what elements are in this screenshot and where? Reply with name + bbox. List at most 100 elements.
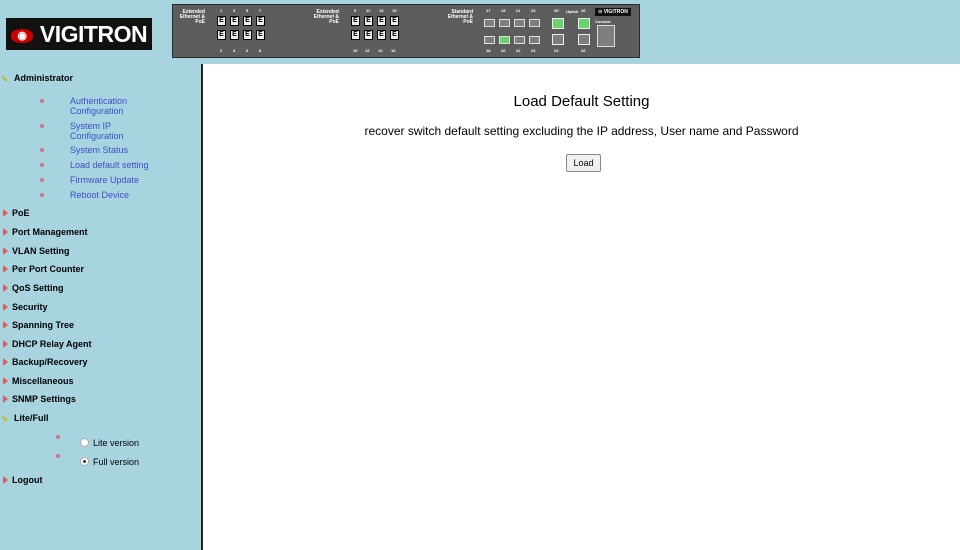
menu-snmp-settings[interactable]: SNMP Settings (0, 394, 76, 404)
menu-per-port-counter[interactable]: Per Port Counter (0, 264, 84, 274)
arrow-right-icon (3, 395, 8, 403)
port-number: 18 (486, 48, 491, 53)
ethernet-port[interactable]: E (256, 16, 265, 26)
panel-logo: ⊙ VIGITRON (595, 8, 631, 16)
vigitron-logo: ◉ VIGITRON (6, 18, 152, 50)
menu-miscellaneous[interactable]: Miscellaneous (0, 376, 74, 386)
console-port[interactable] (597, 25, 615, 47)
menu-logout[interactable]: Logout (0, 475, 43, 485)
uplink-number: 25 (554, 8, 559, 13)
ethernet-port[interactable]: E (364, 16, 373, 26)
port-number: 9 (354, 8, 357, 13)
port-number: 23 (531, 8, 536, 13)
ethernet-port-active[interactable] (499, 36, 510, 44)
open-arrow-icon: ⇘ (1, 414, 8, 423)
port-number: 22 (516, 48, 521, 53)
ethernet-port[interactable]: E (390, 30, 399, 40)
arrow-right-icon (3, 340, 8, 348)
ethernet-port[interactable]: E (243, 30, 252, 40)
brand-name: VIGITRON (39, 21, 148, 47)
arrow-right-icon (3, 358, 8, 366)
port-number: 2 (220, 48, 223, 53)
menu-port-management[interactable]: Port Management (0, 227, 88, 237)
eye-logo-icon: ◉ (10, 29, 33, 43)
port-number: 3 (233, 8, 236, 13)
port-number: 24 (531, 48, 536, 53)
group2-label: Extended Ethernet & PoE (313, 9, 339, 25)
ethernet-port[interactable]: E (351, 30, 360, 40)
arrow-right-icon (3, 303, 8, 311)
ethernet-port[interactable]: E (377, 30, 386, 40)
arrow-right-icon (3, 377, 8, 385)
ethernet-port[interactable]: E (390, 16, 399, 26)
bullet-icon (40, 124, 44, 128)
bullet-icon (40, 163, 44, 167)
arrow-right-icon (3, 321, 8, 329)
port-number: 8 (259, 48, 262, 53)
port-number: 14 (378, 48, 383, 53)
group1-label: Extended Ethernet & PoE (179, 9, 205, 25)
ethernet-port[interactable] (514, 36, 525, 44)
port-number: 11 (366, 8, 371, 13)
ethernet-port[interactable]: E (243, 16, 252, 26)
uplink-port[interactable] (552, 18, 564, 29)
ethernet-port[interactable] (484, 19, 495, 27)
ethernet-port[interactable]: E (256, 30, 265, 40)
lite-version-radio[interactable] (80, 438, 89, 447)
menu-backup-recovery[interactable]: Backup/Recovery (0, 357, 88, 367)
bullet-icon (56, 454, 60, 458)
uplink-label: Uplink (566, 9, 579, 14)
arrow-right-icon (3, 476, 8, 484)
ethernet-port[interactable]: E (230, 30, 239, 40)
bullet-icon (40, 178, 44, 182)
console-label: Console (595, 19, 611, 24)
full-version-radio[interactable] (80, 457, 89, 466)
menu-administrator[interactable]: ⇘ Administrator (0, 73, 73, 83)
menu-spanning-tree[interactable]: Spanning Tree (0, 320, 74, 330)
ethernet-port[interactable]: E (230, 16, 239, 26)
ethernet-port[interactable] (484, 36, 495, 44)
menu-vlan-setting[interactable]: VLAN Setting (0, 246, 70, 256)
arrow-right-icon (3, 228, 8, 236)
ethernet-port[interactable] (529, 19, 540, 27)
ethernet-port[interactable] (514, 19, 525, 27)
port-number: 21 (516, 8, 521, 13)
bullet-icon (40, 99, 44, 103)
ethernet-port[interactable]: E (377, 16, 386, 26)
sidebar: ⇘ Administrator Authentication Configurat… (0, 64, 203, 550)
switch-panel: Extended Ethernet & PoE 1 3 5 7 E E E E … (172, 4, 640, 58)
uplink-port[interactable] (578, 34, 590, 45)
uplink-number: 26 (581, 8, 586, 13)
uplink-port[interactable] (552, 34, 564, 45)
ethernet-port[interactable] (529, 36, 540, 44)
ethernet-port[interactable]: E (351, 16, 360, 26)
menu-lite-full[interactable]: ⇘ Lite/Full (0, 413, 49, 423)
uplink-port[interactable] (578, 18, 590, 29)
port-number: 13 (379, 8, 384, 13)
arrow-right-icon (3, 284, 8, 292)
bullet-icon (40, 193, 44, 197)
arrow-right-icon (3, 209, 8, 217)
port-number: 1 (220, 8, 223, 13)
port-number: 7 (259, 8, 262, 13)
menu-dhcp-relay-agent[interactable]: DHCP Relay Agent (0, 339, 92, 349)
port-number: 10 (353, 48, 358, 53)
arrow-right-icon (3, 265, 8, 273)
arrow-right-icon (3, 247, 8, 255)
open-arrow-icon: ⇘ (1, 74, 8, 83)
menu-security[interactable]: Security (0, 302, 48, 312)
bullet-icon (56, 435, 60, 439)
group3-label: Standard Ethernet & PoE (447, 9, 473, 25)
port-number: 16 (391, 48, 396, 53)
port-number: 6 (246, 48, 249, 53)
port-number: 4 (233, 48, 236, 53)
ethernet-port[interactable]: E (364, 30, 373, 40)
ethernet-port[interactable] (499, 19, 510, 27)
uplink-number: 26 (581, 48, 586, 53)
menu-qos-setting[interactable]: QoS Setting (0, 283, 64, 293)
ethernet-port[interactable]: E (217, 30, 226, 40)
menu-poe[interactable]: PoE (0, 208, 30, 218)
ethernet-port[interactable]: E (217, 16, 226, 26)
port-number: 15 (392, 8, 397, 13)
load-button[interactable]: Load (566, 154, 601, 172)
